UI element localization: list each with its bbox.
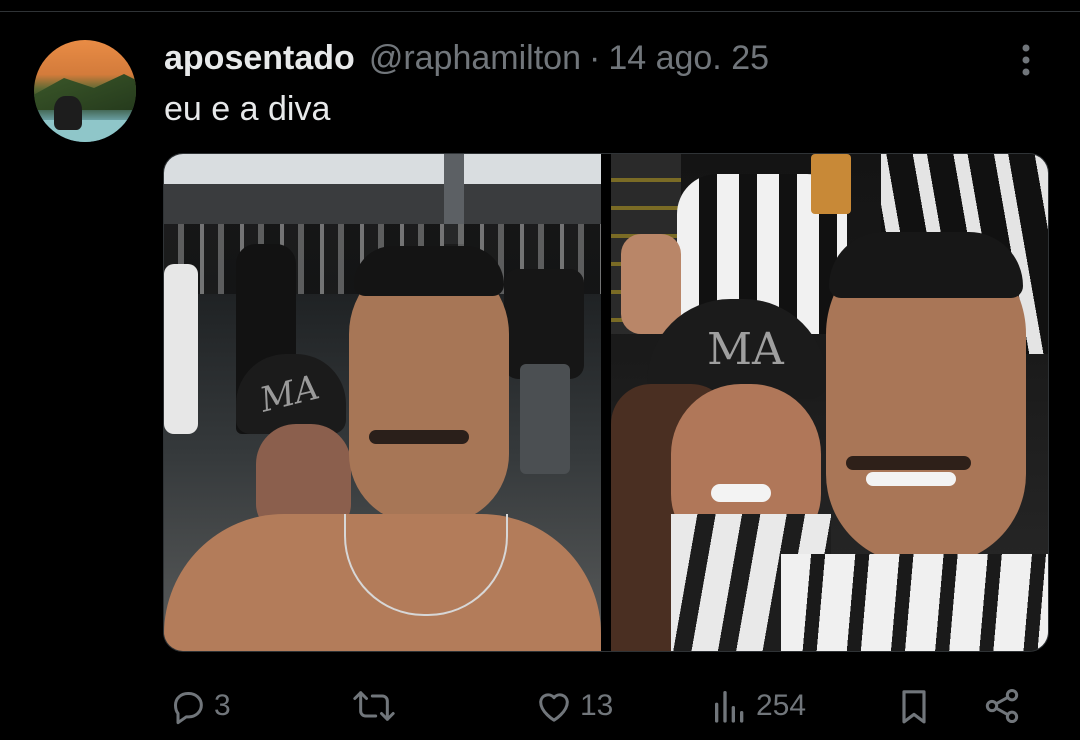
bookmark-icon [892,684,936,728]
action-bar: 3 13 254 [0,680,1080,732]
like-count: 13 [580,689,614,722]
tweet-date[interactable]: 14 ago. 25 [608,39,769,78]
cap-logo-2: MA [707,324,784,375]
reply-button[interactable]: 3 [166,680,231,732]
heart-icon [532,684,576,728]
more-vertical-icon[interactable] [1010,42,1042,78]
avatar-pool [34,120,136,142]
photo-2[interactable]: MA [611,154,1048,651]
views-icon [708,684,752,728]
repost-icon [352,684,396,728]
display-name[interactable]: aposentado [164,39,355,78]
avatar-mountain [34,74,136,110]
views-count: 254 [756,689,807,722]
tweet-text: eu e a diva [164,90,331,128]
separator-dot: · [588,38,601,77]
repost-button[interactable] [352,680,400,732]
tweet-header: aposentado @raphamilton · 14 ago. 25 [164,36,769,80]
user-handle[interactable]: @raphamilton [369,39,581,78]
reply-icon [166,684,210,728]
avatar-person [54,96,82,130]
top-divider [0,11,1080,12]
bookmark-button[interactable] [892,680,936,732]
avatar[interactable] [34,40,136,142]
share-button[interactable] [980,680,1024,732]
like-button[interactable]: 13 [532,680,613,732]
reply-count: 3 [214,689,231,722]
media-grid: MA MA [163,153,1049,652]
photo-1[interactable]: MA [164,154,601,651]
share-icon [980,684,1024,728]
views-button[interactable]: 254 [708,680,806,732]
